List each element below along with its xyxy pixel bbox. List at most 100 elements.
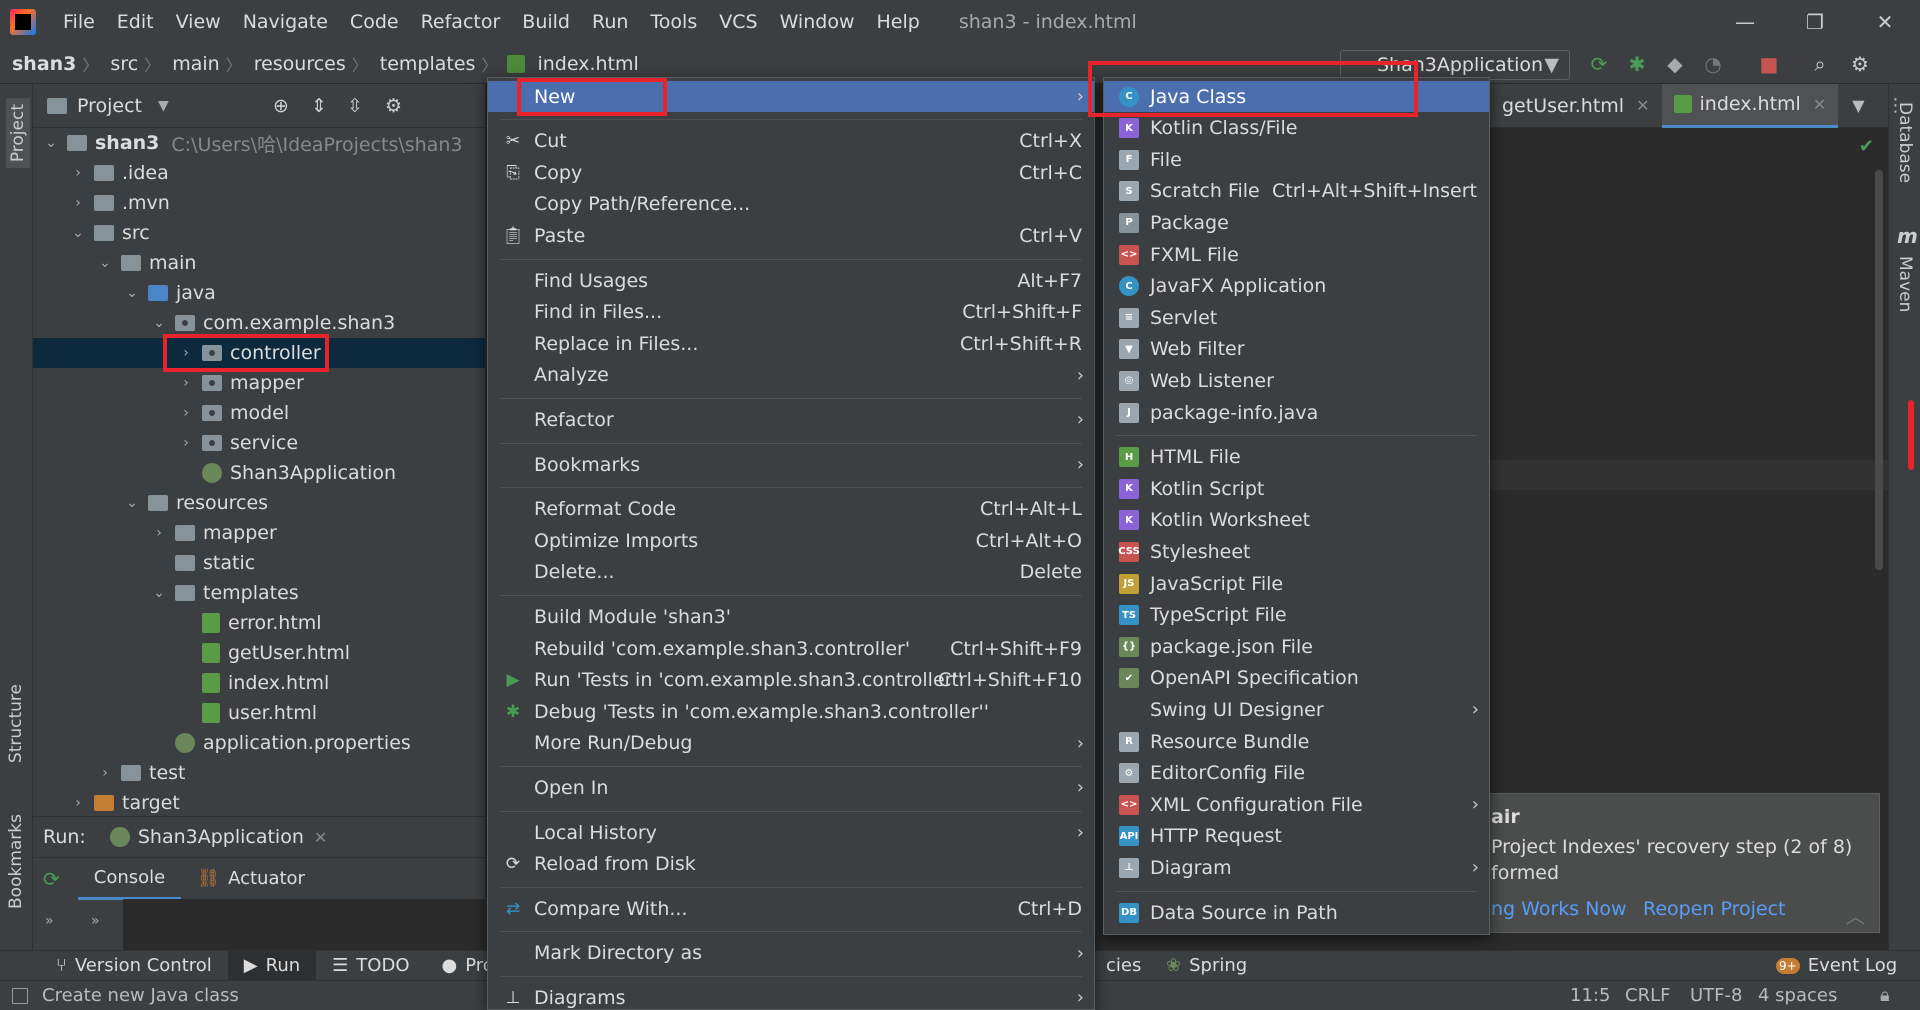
- chevron-down-icon[interactable]: ⌄: [70, 225, 86, 241]
- tree-node[interactable]: error.html: [33, 608, 485, 638]
- menu-view[interactable]: View: [165, 0, 232, 44]
- menu-item-resource-bundle[interactable]: R Resource Bundle: [1104, 726, 1489, 757]
- tree-node[interactable]: ⌄ templates: [33, 578, 485, 608]
- project-panel-title[interactable]: Project: [77, 95, 142, 117]
- menu-item-javafx-application[interactable]: C JavaFX Application: [1104, 271, 1489, 302]
- chevron-down-icon[interactable]: ⌄: [151, 585, 167, 601]
- menu-run[interactable]: Run: [581, 0, 639, 44]
- chevron-up-icon[interactable]: ︿: [1846, 902, 1865, 929]
- coverage-icon[interactable]: ◆: [1661, 50, 1689, 78]
- chevron-right-icon[interactable]: ›: [178, 435, 194, 451]
- menu-build[interactable]: Build: [511, 0, 581, 44]
- project-tool-tab[interactable]: Project: [6, 98, 30, 169]
- menu-item-package-json-file[interactable]: {} package.json File: [1104, 631, 1489, 662]
- menu-item-rebuild-com-example-shan3-controller[interactable]: Rebuild 'com.example.shan3.controller' Ct…: [488, 633, 1094, 664]
- close-window-button[interactable]: ✕: [1850, 0, 1920, 44]
- chevron-down-icon[interactable]: ⌄: [124, 285, 140, 301]
- menu-item-open-in[interactable]: Open In ›: [488, 772, 1094, 803]
- collapse-all-icon[interactable]: ⇳: [347, 95, 363, 117]
- maven-tool-tab[interactable]: Maven: [1895, 256, 1915, 312]
- tab-actuator[interactable]: ⛓ Actuator: [181, 858, 321, 900]
- tree-node[interactable]: ⌄ src: [33, 218, 485, 248]
- expand-all-icon[interactable]: ⇕: [311, 95, 327, 117]
- menu-item-optimize-imports[interactable]: Optimize Imports Ctrl+Alt+O: [488, 525, 1094, 556]
- profile-icon[interactable]: ◔: [1699, 50, 1727, 78]
- menu-item-kotlin-script[interactable]: K Kotlin Script: [1104, 473, 1489, 504]
- line-separator[interactable]: CRLF: [1625, 985, 1670, 1006]
- menu-file[interactable]: File: [52, 0, 106, 44]
- menu-edit[interactable]: Edit: [106, 0, 165, 44]
- search-icon[interactable]: ⌕: [1806, 50, 1834, 78]
- menu-item-stylesheet[interactable]: CSS Stylesheet: [1104, 536, 1489, 567]
- menu-item-copy-path-reference[interactable]: Copy Path/Reference...: [488, 189, 1094, 220]
- menu-item-servlet[interactable]: ≡ Servlet: [1104, 302, 1489, 333]
- tree-node[interactable]: › model: [33, 398, 485, 428]
- menu-navigate[interactable]: Navigate: [232, 0, 339, 44]
- menu-item-debug-tests-in-com-example-shan3-controller[interactable]: ✱ Debug 'Tests in 'com.example.shan3.cont…: [488, 696, 1094, 727]
- tree-node[interactable]: › test: [33, 758, 485, 788]
- menu-refactor[interactable]: Refactor: [410, 0, 512, 44]
- menu-item-replace-in-files[interactable]: Replace in Files... Ctrl+Shift+R: [488, 328, 1094, 359]
- menu-tools[interactable]: Tools: [639, 0, 708, 44]
- tab-getuser-html[interactable]: getUser.html ✕: [1490, 84, 1662, 128]
- gear-icon[interactable]: ⚙: [1846, 50, 1874, 78]
- indent-setting[interactable]: 4 spaces: [1758, 985, 1837, 1006]
- menu-item-data-source-in-path[interactable]: DB Data Source in Path: [1104, 897, 1489, 928]
- run-config-tab[interactable]: Shan3Application: [138, 826, 304, 848]
- menu-window[interactable]: Window: [769, 0, 866, 44]
- notification-link[interactable]: ng Works Now: [1491, 898, 1627, 920]
- menu-item-http-request[interactable]: API HTTP Request: [1104, 821, 1489, 852]
- tree-node[interactable]: ⌄ java: [33, 278, 485, 308]
- chevron-right-icon[interactable]: ›: [178, 405, 194, 421]
- locate-icon[interactable]: ⊕: [273, 95, 289, 117]
- tree-node[interactable]: static: [33, 548, 485, 578]
- menu-item-file[interactable]: F File: [1104, 144, 1489, 175]
- event-log-tool[interactable]: 9+ Event Log: [1760, 951, 1913, 981]
- minimize-button[interactable]: —: [1710, 0, 1780, 44]
- menu-code[interactable]: Code: [339, 0, 410, 44]
- editor-scrollbar[interactable]: [1875, 170, 1883, 570]
- dependencies-tool[interactable]: cies: [1090, 951, 1157, 981]
- menu-item-mark-directory-as[interactable]: Mark Directory as ›: [488, 938, 1094, 969]
- chevron-down-icon[interactable]: ▼: [1852, 96, 1864, 115]
- breadcrumb-item[interactable]: src: [98, 53, 144, 75]
- close-icon[interactable]: ✕: [1636, 96, 1649, 115]
- chevron-right-icon[interactable]: ›: [178, 375, 194, 391]
- menu-item-compare-with[interactable]: ⇄ Compare With... Ctrl+D: [488, 893, 1094, 924]
- breadcrumb-item[interactable]: main: [160, 53, 225, 75]
- menu-item-openapi-specification[interactable]: ✔ OpenAPI Specification: [1104, 663, 1489, 694]
- chevron-down-icon[interactable]: ⌄: [151, 315, 167, 331]
- menu-item-kotlin-worksheet[interactable]: K Kotlin Worksheet: [1104, 505, 1489, 536]
- menu-item-typescript-file[interactable]: TS TypeScript File: [1104, 600, 1489, 631]
- menu-item-copy[interactable]: ⎘ Copy Ctrl+C: [488, 157, 1094, 188]
- menu-item-web-filter[interactable]: ▼ Web Filter: [1104, 334, 1489, 365]
- tree-node[interactable]: ⌄ resources: [33, 488, 485, 518]
- tree-node[interactable]: ⌄ main: [33, 248, 485, 278]
- breadcrumb-item[interactable]: shan3: [0, 53, 82, 75]
- file-encoding[interactable]: UTF-8: [1690, 985, 1742, 1006]
- menu-item-run-tests-in-com-example-shan3-controller[interactable]: ▶ Run 'Tests in 'com.example.shan3.contro…: [488, 665, 1094, 696]
- menu-item-javascript-file[interactable]: JS JavaScript File: [1104, 568, 1489, 599]
- menu-item-html-file[interactable]: H HTML File: [1104, 442, 1489, 473]
- stop-icon[interactable]: ■: [1755, 50, 1783, 78]
- tree-node[interactable]: › .mvn: [33, 188, 485, 218]
- menu-item-package[interactable]: P Package: [1104, 207, 1489, 238]
- tree-node[interactable]: Shan3Application: [33, 458, 485, 488]
- menu-item-find-usages[interactable]: Find Usages Alt+F7: [488, 265, 1094, 296]
- tree-node[interactable]: › .idea: [33, 158, 485, 188]
- rerun-icon[interactable]: ⟳: [43, 867, 60, 891]
- menu-item-paste[interactable]: 📋︎ Paste Ctrl+V: [488, 220, 1094, 251]
- chevron-down-icon[interactable]: ⌄: [97, 255, 113, 271]
- menu-item-reformat-code[interactable]: Reformat Code Ctrl+Alt+L: [488, 494, 1094, 525]
- menu-help[interactable]: Help: [865, 0, 930, 44]
- more-icon[interactable]: ⋮: [1887, 95, 1905, 116]
- todo-tool[interactable]: ☰ TODO: [316, 951, 425, 981]
- tree-node[interactable]: application.properties: [33, 728, 485, 758]
- tree-node[interactable]: ⌄ shan3 C:\Users\哈\IdeaProjects\shan3: [33, 128, 485, 158]
- menu-item-xml-configuration-file[interactable]: <> XML Configuration File ›: [1104, 789, 1489, 820]
- console-output[interactable]: [123, 899, 485, 955]
- tree-node[interactable]: user.html: [33, 698, 485, 728]
- tab-console[interactable]: Console: [77, 858, 182, 900]
- menu-item-web-listener[interactable]: ◎ Web Listener: [1104, 365, 1489, 396]
- gear-icon[interactable]: ⚙: [385, 95, 402, 117]
